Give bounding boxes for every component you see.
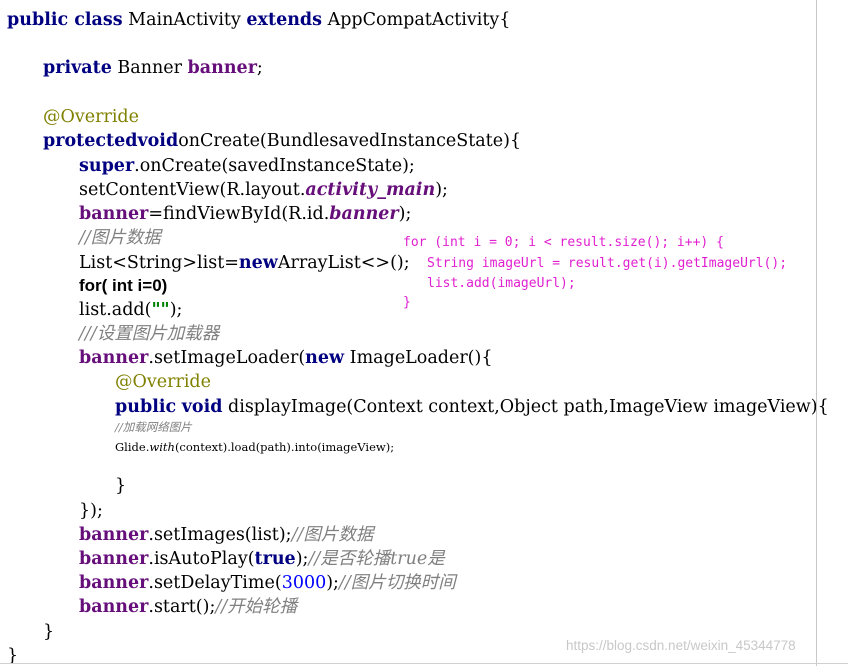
semicolon: ; [256, 58, 263, 78]
note-line: } [403, 295, 411, 310]
code-text: .onCreate(savedInstanceState); [134, 156, 415, 176]
keyword-protected-void: protectedvoid [43, 131, 179, 151]
code-line-override: @Override [43, 106, 139, 128]
watermark: https://blog.csdn.net/weixin_45344778 [566, 638, 796, 653]
code-line-comment-load-network-image: //加载网络图片 [115, 420, 192, 434]
keyword-void: void [181, 397, 223, 417]
code-text: .isAutoPlay( [148, 549, 255, 569]
code-text: } [43, 622, 55, 642]
code-line-close-brace: } [115, 475, 126, 497]
field-name: banner [79, 204, 149, 224]
comment: //开始轮播 [215, 597, 298, 617]
code-text: ); [326, 573, 339, 593]
type-name: Banner [111, 58, 188, 78]
keyword-public-class: public class [7, 10, 123, 30]
superclass-name: AppCompatActivity{ [322, 10, 511, 30]
code-text: (context).load(path).into(imageView); [174, 440, 395, 454]
code-text: for( int i=0) [79, 276, 168, 295]
comment: //图片数据 [79, 228, 161, 248]
field-name: banner [79, 348, 149, 368]
code-text: ); [169, 300, 183, 320]
keyword-new: new [305, 348, 345, 368]
code-text: ArrayList<>(); [277, 253, 410, 273]
static-field: banner [329, 204, 399, 224]
code-line-comment-image-data: //图片数据 [79, 227, 161, 249]
note-line: list.add(imageUrl); [427, 276, 576, 291]
code-line-class-declaration: public class MainActivity extends AppCom… [7, 9, 510, 31]
code-line-glide: Glide.with(context).load(path).into(imag… [115, 440, 394, 454]
code-line-comment-image-loader: ///设置图片加载器 [79, 323, 219, 345]
keyword-true: true [254, 549, 296, 569]
code-text: list.add( [79, 300, 152, 320]
field-name: banner [79, 549, 149, 569]
static-method: with [149, 440, 175, 454]
comment: ///设置图片加载器 [79, 324, 220, 344]
code-text: ); [398, 204, 412, 224]
code-editor[interactable]: public class MainActivity extends AppCom… [0, 0, 829, 666]
field-name: banner [187, 58, 257, 78]
code-line-list-add: list.add(""); [79, 299, 182, 321]
comment: //图片切换时间 [338, 573, 456, 593]
keyword-private: private [43, 58, 112, 78]
code-line-oncreate: protectedvoidonCreate(BundlesavedInstanc… [43, 130, 521, 152]
code-text: }); [79, 501, 103, 521]
code-line-close-method: } [43, 621, 54, 643]
number-literal: 3000 [281, 573, 327, 593]
comment: //加载网络图片 [115, 420, 192, 434]
code-text: .setDelayTime( [148, 573, 282, 593]
code-line-for-loop: for( int i=0) [79, 275, 167, 297]
code-text: .setImageLoader( [148, 348, 306, 368]
code-line-setimageloader: banner.setImageLoader(new ImageLoader(){ [79, 347, 492, 369]
editor-bottom-border [0, 663, 848, 664]
comment: //是否轮播true是 [308, 549, 445, 569]
note-line: String imageUrl = result.get(i).getImage… [427, 256, 788, 271]
keyword-public: public [115, 397, 177, 417]
code-text: .setImages(list); [148, 525, 292, 545]
code-text: ); [295, 549, 309, 569]
code-text: List<String>list= [79, 253, 239, 273]
code-line-banner-field: private Banner banner; [43, 57, 263, 79]
code-line-close-loader: }); [79, 500, 103, 522]
code-line-setimages: banner.setImages(list);//图片数据 [79, 524, 373, 546]
keyword-new: new [238, 253, 278, 273]
string-literal: "" [151, 300, 170, 320]
code-text: ImageLoader(){ [344, 348, 493, 368]
code-text: .start(); [148, 597, 216, 617]
keyword-extends: extends [246, 10, 323, 30]
annotation: @Override [43, 107, 139, 127]
code-line-setcontentview: setContentView(R.layout.activity_main); [79, 179, 448, 201]
method-signature: onCreate(BundlesavedInstanceState){ [178, 131, 522, 151]
keyword-super: super [79, 156, 135, 176]
code-text: } [115, 476, 127, 496]
code-text: ); [435, 180, 448, 200]
field-name: banner [79, 525, 149, 545]
code-line-displayimage: public void displayImage(Context context… [115, 396, 829, 418]
code-line-setdelaytime: banner.setDelayTime(3000);//图片切换时间 [79, 572, 456, 594]
class-name: MainActivity [122, 10, 247, 30]
annotation: @Override [115, 372, 211, 392]
code-text: displayImage(Context context,Object path… [222, 397, 829, 417]
comment: //图片数据 [291, 525, 374, 545]
static-field: activity_main [305, 180, 436, 200]
note-line: for (int i = 0; i < result.size(); i++) … [403, 235, 724, 250]
code-line-isautoplay: banner.isAutoPlay(true);//是否轮播true是 [79, 548, 445, 570]
field-name: banner [79, 597, 149, 617]
code-line-list-declaration: List<String>list=newArrayList<>(); [79, 252, 410, 274]
code-text: Glide. [115, 440, 150, 454]
code-line-findviewbyid: banner=findViewById(R.id.banner); [79, 203, 411, 225]
code-text: setContentView(R.layout. [79, 180, 306, 200]
code-text: =findViewById(R.id. [148, 204, 330, 224]
editor-right-border [816, 0, 817, 666]
code-line-override-inner: @Override [115, 371, 211, 393]
code-line-start: banner.start();//开始轮播 [79, 596, 297, 618]
code-line-super-oncreate: super.onCreate(savedInstanceState); [79, 155, 415, 177]
field-name: banner [79, 573, 149, 593]
